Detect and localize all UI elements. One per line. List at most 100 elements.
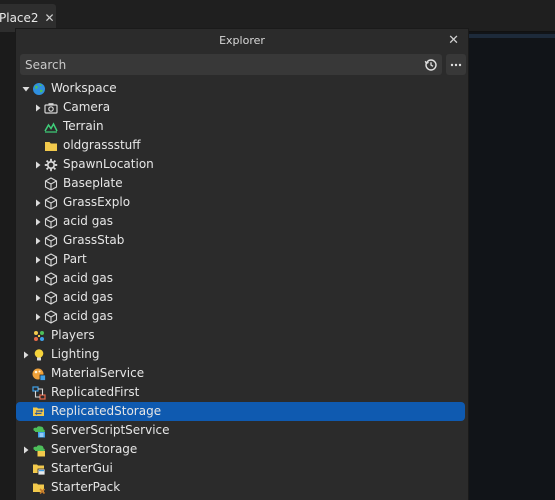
- tree-item-replicatedstorage[interactable]: ReplicatedStorage: [16, 402, 468, 421]
- starter-gui-icon: [31, 461, 47, 477]
- caret-spacer: [21, 421, 31, 440]
- caret-right-icon[interactable]: [21, 345, 31, 364]
- tree-item-players[interactable]: Players: [16, 326, 468, 345]
- replicated-storage-icon: [31, 404, 47, 420]
- caret-right-icon[interactable]: [33, 288, 43, 307]
- spawn-gear-icon: [43, 157, 59, 173]
- part-cube-icon: [43, 271, 59, 287]
- server-script-icon: [31, 423, 47, 439]
- caret-right-icon[interactable]: [33, 155, 43, 174]
- caret-right-icon[interactable]: [33, 98, 43, 117]
- caret-spacer: [33, 136, 43, 155]
- tree-label: MaterialService: [51, 366, 145, 380]
- caret-spacer: [21, 478, 31, 497]
- tree-label: acid gas: [63, 290, 113, 304]
- part-cube-icon: [43, 252, 59, 268]
- tree-item-serverstorage[interactable]: ServerStorage: [16, 440, 468, 459]
- tree-item-starterpack[interactable]: StarterPack: [16, 478, 468, 497]
- caret-right-icon[interactable]: [33, 212, 43, 231]
- lightbulb-icon: [31, 347, 47, 363]
- caret-right-icon[interactable]: [33, 250, 43, 269]
- caret-right-icon[interactable]: [33, 307, 43, 326]
- caret-spacer: [21, 364, 31, 383]
- players-icon: [31, 328, 47, 344]
- caret-spacer: [33, 174, 43, 193]
- replicated-first-icon: [31, 385, 47, 401]
- caret-right-icon[interactable]: [33, 231, 43, 250]
- tree-label: StarterPack: [51, 480, 121, 494]
- tree-label: oldgrassstuff: [63, 138, 141, 152]
- tree-label: ReplicatedFirst: [51, 385, 140, 399]
- tab-label: Place2: [0, 11, 39, 25]
- tree-item-startergui[interactable]: StarterGui: [16, 459, 468, 478]
- tree-label: ReplicatedStorage: [51, 404, 162, 418]
- tree-label: Camera: [63, 100, 111, 114]
- search-row: [20, 54, 466, 75]
- tab-close-icon[interactable]: ✕: [45, 11, 55, 25]
- tree-label: Lighting: [51, 347, 100, 361]
- history-icon[interactable]: [423, 57, 439, 73]
- caret-right-icon[interactable]: [21, 440, 31, 459]
- search-input[interactable]: [25, 57, 423, 72]
- tree-label: StarterGui: [51, 461, 113, 475]
- close-icon[interactable]: ✕: [448, 33, 459, 48]
- terrain-icon: [43, 119, 59, 135]
- tree-item-oldgrassstuff[interactable]: oldgrassstuff: [16, 136, 468, 155]
- tree-item-camera[interactable]: Camera: [16, 98, 468, 117]
- tree-label: ServerStorage: [51, 442, 138, 456]
- tree-item-acid-gas[interactable]: acid gas: [16, 307, 468, 326]
- more-options-button[interactable]: [446, 54, 466, 75]
- caret-spacer: [21, 459, 31, 478]
- tree-item-acid-gas[interactable]: acid gas: [16, 212, 468, 231]
- globe-icon: [31, 81, 47, 97]
- caret-spacer: [33, 117, 43, 136]
- material-icon: [31, 366, 47, 382]
- explorer-title: Explorer: [219, 34, 265, 47]
- tree-label: Players: [51, 328, 95, 342]
- tree-item-grassexplo[interactable]: GrassExplo: [16, 193, 468, 212]
- part-cube-icon: [43, 290, 59, 306]
- tree-item-replicatedfirst[interactable]: ReplicatedFirst: [16, 383, 468, 402]
- tree-label: Workspace: [51, 81, 117, 95]
- caret-right-icon[interactable]: [33, 269, 43, 288]
- caret-down-icon[interactable]: [21, 79, 31, 98]
- tree-label: GrassExplo: [63, 195, 131, 209]
- tree-label: Part: [63, 252, 87, 266]
- tree-label: Baseplate: [63, 176, 123, 190]
- tree-item-baseplate[interactable]: Baseplate: [16, 174, 468, 193]
- part-cube-icon: [43, 309, 59, 325]
- caret-spacer: [21, 383, 31, 402]
- tree-item-serverscriptservice[interactable]: ServerScriptService: [16, 421, 468, 440]
- tree-item-lighting[interactable]: Lighting: [16, 345, 468, 364]
- camera-icon: [43, 100, 59, 116]
- tree-label: Terrain: [63, 119, 104, 133]
- tree-item-acid-gas[interactable]: acid gas: [16, 288, 468, 307]
- explorer-tree: Workspace Camera Terrain oldgrassstuff S…: [16, 79, 468, 497]
- viewport[interactable]: [468, 32, 555, 500]
- tree-item-part[interactable]: Part: [16, 250, 468, 269]
- search-box: [20, 54, 442, 75]
- part-cube-icon: [43, 214, 59, 230]
- tree-label: ServerScriptService: [51, 423, 170, 437]
- tree-item-spawnlocation[interactable]: SpawnLocation: [16, 155, 468, 174]
- folder-icon: [43, 138, 59, 154]
- tree-item-terrain[interactable]: Terrain: [16, 117, 468, 136]
- explorer-header: Explorer ✕: [16, 29, 468, 52]
- tree-label: acid gas: [63, 214, 113, 228]
- caret-spacer: [21, 402, 31, 421]
- part-cube-icon: [43, 176, 59, 192]
- tree-label: GrassStab: [63, 233, 125, 247]
- starter-pack-icon: [31, 480, 47, 496]
- tree-item-grassstab[interactable]: GrassStab: [16, 231, 468, 250]
- part-cube-icon: [43, 195, 59, 211]
- tree-label: acid gas: [63, 309, 113, 323]
- tree-item-workspace[interactable]: Workspace: [16, 79, 468, 98]
- server-storage-icon: [31, 442, 47, 458]
- more-icon: [450, 63, 462, 66]
- caret-right-icon[interactable]: [33, 193, 43, 212]
- tree-label: acid gas: [63, 271, 113, 285]
- tree-item-acid-gas[interactable]: acid gas: [16, 269, 468, 288]
- explorer-panel: Explorer ✕ Workspace Camera: [15, 28, 469, 500]
- tree-item-materialservice[interactable]: MaterialService: [16, 364, 468, 383]
- caret-spacer: [21, 326, 31, 345]
